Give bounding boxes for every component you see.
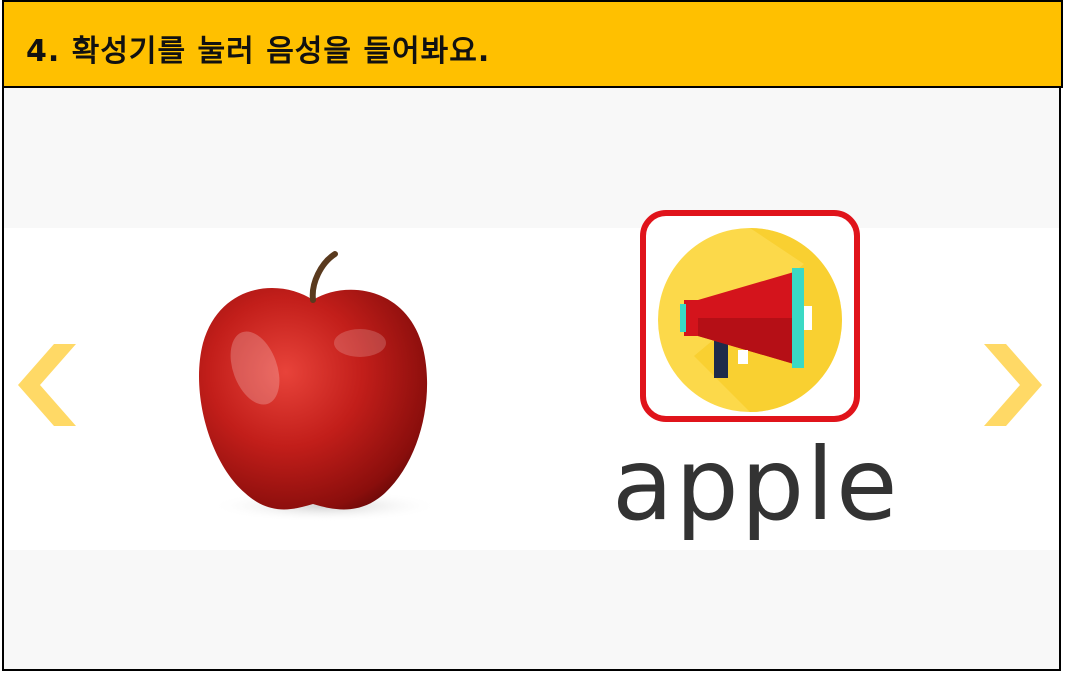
next-button[interactable] (980, 330, 1050, 440)
megaphone-icon (658, 228, 842, 412)
play-audio-button[interactable] (640, 210, 860, 422)
prev-button[interactable] (10, 330, 80, 440)
chevron-right-icon (984, 344, 1042, 426)
instruction-header: 4. 확성기를 눌러 음성을 들어봐요. (2, 0, 1063, 88)
content-band (4, 228, 1059, 550)
apple-image (185, 248, 440, 528)
chevron-left-icon (18, 344, 76, 426)
vocabulary-word: apple (612, 426, 900, 543)
instruction-title: 4. 확성기를 눌러 음성을 들어봐요. (26, 34, 491, 69)
